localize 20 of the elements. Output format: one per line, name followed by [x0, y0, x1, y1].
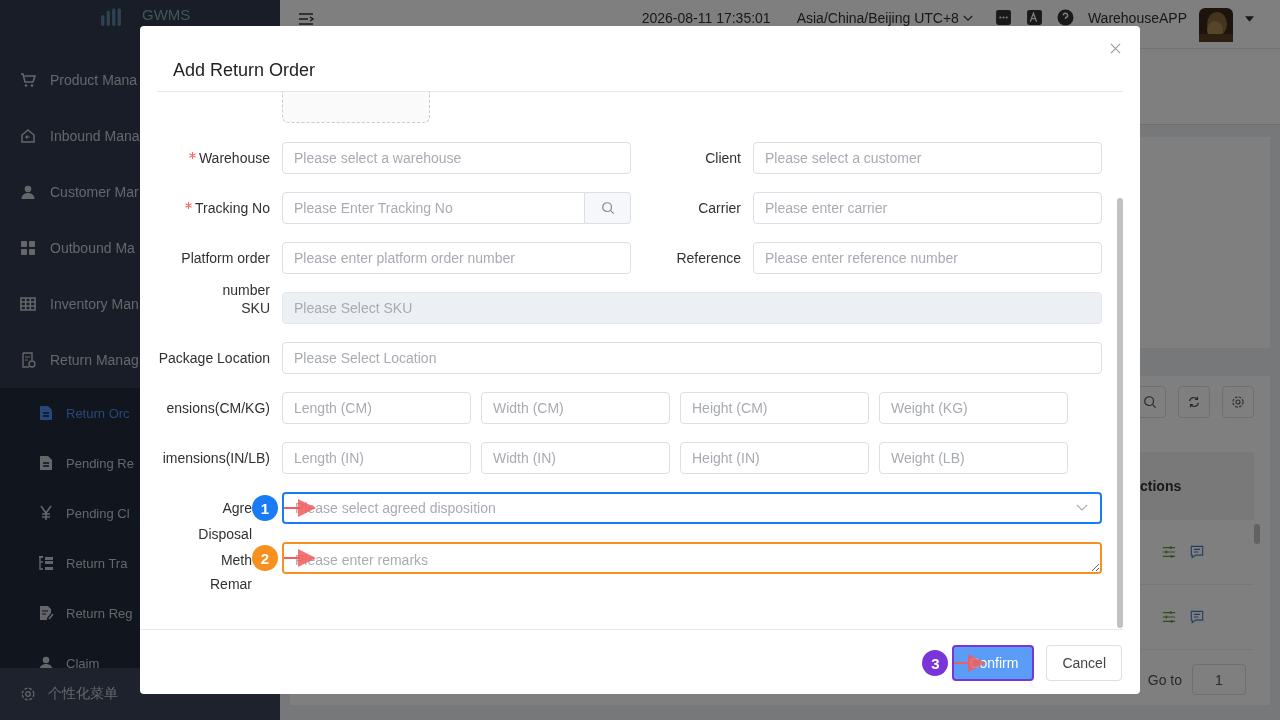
field-label: Agre Disposal Meth — [198, 499, 252, 570]
field-label: Remar — [210, 575, 252, 594]
field-label: Client — [705, 149, 741, 168]
step-badge: 1 — [252, 495, 278, 521]
field-label: Warehouse — [198, 149, 270, 168]
column-header: ctions — [1140, 478, 1183, 494]
field-label: Tracking No — [195, 199, 270, 218]
step-badge: 3 — [922, 650, 949, 676]
field-label: SKU — [241, 299, 270, 318]
field-label: Carrier — [698, 199, 741, 218]
step-badge: 2 — [252, 545, 278, 571]
field-label: imensions(IN/LB) — [162, 449, 270, 468]
field-label: Platform order number — [180, 249, 270, 300]
dialog-title: Add Return Order — [173, 60, 316, 81]
date-time: 2026-08-11 17:35:01 — [641, 9, 771, 27]
field-label: Reference — [676, 249, 741, 268]
field-label: ensions(CM/KG) — [166, 399, 270, 418]
field-label: Package Location — [158, 349, 270, 368]
app-name: GWMS — [142, 6, 191, 23]
goto-label: Go to — [1147, 671, 1182, 688]
